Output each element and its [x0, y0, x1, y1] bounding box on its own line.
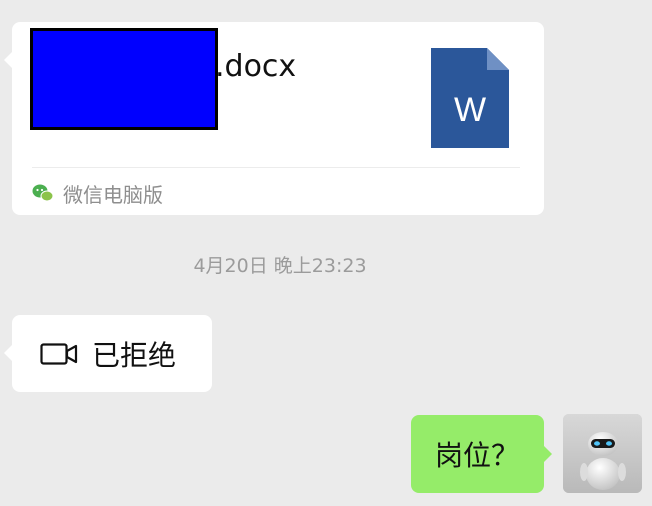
outgoing-message-text: 岗位？	[435, 439, 520, 472]
avatar[interactable]	[563, 414, 642, 493]
source-label: 微信电脑版	[63, 182, 163, 207]
video-camera-icon	[40, 342, 78, 365]
card-divider	[32, 167, 520, 168]
source-row: 微信电脑版	[32, 178, 163, 208]
word-document-icon: W	[431, 48, 509, 148]
call-status-label: 已拒绝	[92, 338, 177, 372]
file-message-card[interactable]: .docx W 微信电脑版	[4, 22, 544, 215]
file-type-letter: W	[454, 91, 486, 129]
robot-avatar-icon	[563, 414, 642, 493]
outgoing-message-bubble[interactable]: 岗位？	[411, 415, 552, 493]
wechat-icon	[32, 184, 54, 202]
file-extension: .docx	[215, 49, 297, 84]
call-declined-message[interactable]: 已拒绝	[4, 315, 212, 392]
redacted-filename	[30, 28, 218, 130]
message-timestamp: 4月20日 晚上23:23	[193, 255, 367, 277]
